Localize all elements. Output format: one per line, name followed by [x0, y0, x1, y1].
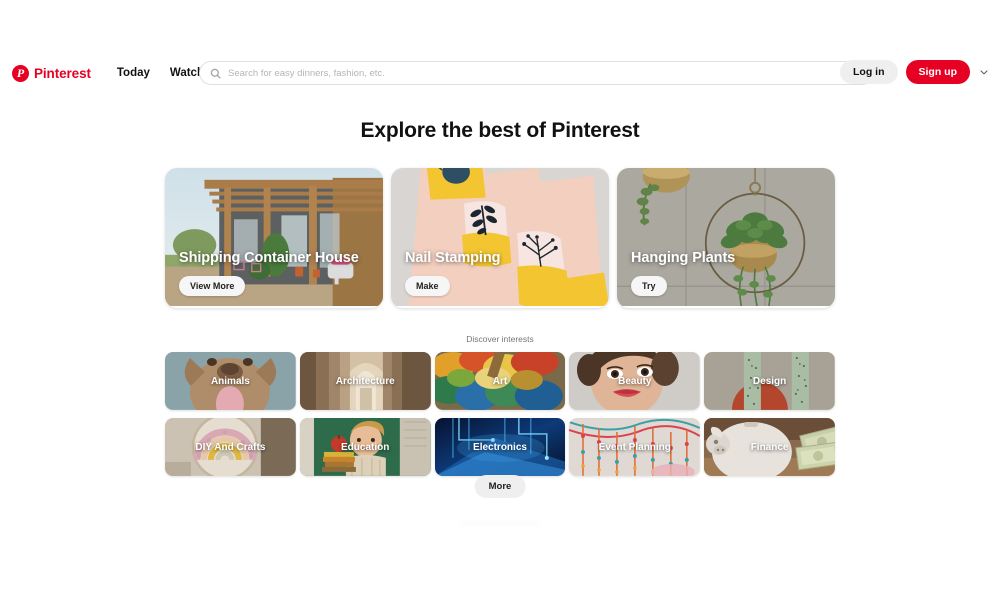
loading-placeholder: [460, 520, 540, 526]
feature-card-title: Hanging Plants: [631, 250, 736, 266]
search-icon: [210, 68, 221, 79]
feature-card-container-house[interactable]: Shipping Container House View More: [165, 168, 383, 308]
search-bar[interactable]: [199, 61, 874, 85]
feature-card-button[interactable]: View More: [179, 276, 246, 296]
interest-tile-label: Beauty: [618, 375, 652, 387]
feature-card-hanging-plants[interactable]: Hanging Plants Try: [617, 168, 835, 308]
interest-tile-label: Finance: [750, 441, 789, 453]
interest-tile-finance[interactable]: Finance: [704, 418, 835, 476]
login-button[interactable]: Log in: [840, 60, 898, 84]
interest-tile-label: Electronics: [473, 441, 527, 453]
interest-tile-architecture[interactable]: Architecture: [299, 352, 431, 410]
more-button[interactable]: More: [474, 475, 526, 498]
feature-card-title: Shipping Container House: [179, 250, 359, 266]
pinterest-logo-icon: P: [12, 64, 29, 82]
feature-card-nail-stamping[interactable]: Nail Stamping Make: [391, 168, 609, 308]
search-input[interactable]: [228, 67, 863, 79]
feature-card-title: Nail Stamping: [405, 250, 501, 266]
interest-tile-label: Education: [341, 441, 390, 453]
interest-tile-electronics[interactable]: Electronics: [434, 418, 566, 476]
interest-tile-label: Art: [492, 375, 508, 387]
pinterest-logo[interactable]: P Pinterest: [12, 64, 91, 82]
interest-tile-design[interactable]: Design: [704, 352, 835, 410]
interest-tile-label: Event Planning: [598, 441, 671, 453]
interest-tile-label: DIY And Crafts: [195, 441, 266, 453]
nav-today[interactable]: Today: [117, 67, 150, 79]
discover-interests-label: Discover interests: [466, 334, 534, 344]
auth-actions: Log in Sign up: [840, 60, 990, 84]
signup-button[interactable]: Sign up: [905, 60, 970, 84]
interest-tile-label: Animals: [210, 375, 250, 387]
interest-tile-beauty[interactable]: Beauty: [569, 352, 701, 410]
interest-tiles-grid: Animals Architecture Art Beauty Design D…: [165, 352, 835, 476]
interest-tile-event-planning[interactable]: Event Planning: [569, 418, 701, 476]
feature-cards-row: Shipping Container House View More Nail …: [165, 168, 835, 308]
feature-card-button[interactable]: Make: [405, 276, 450, 296]
interest-tile-animals[interactable]: Animals: [165, 352, 296, 410]
feature-card-button[interactable]: Try: [631, 276, 667, 296]
interest-tile-label: Architecture: [335, 375, 395, 387]
chevron-down-icon[interactable]: [978, 66, 990, 78]
page-title: Explore the best of Pinterest: [360, 119, 640, 142]
interest-tile-education[interactable]: Education: [299, 418, 431, 476]
pinterest-logo-text: Pinterest: [34, 65, 91, 81]
interest-tile-label: Design: [752, 375, 787, 387]
interest-tile-diy-and-crafts[interactable]: DIY And Crafts: [165, 418, 296, 476]
interest-tile-art[interactable]: Art: [434, 352, 566, 410]
